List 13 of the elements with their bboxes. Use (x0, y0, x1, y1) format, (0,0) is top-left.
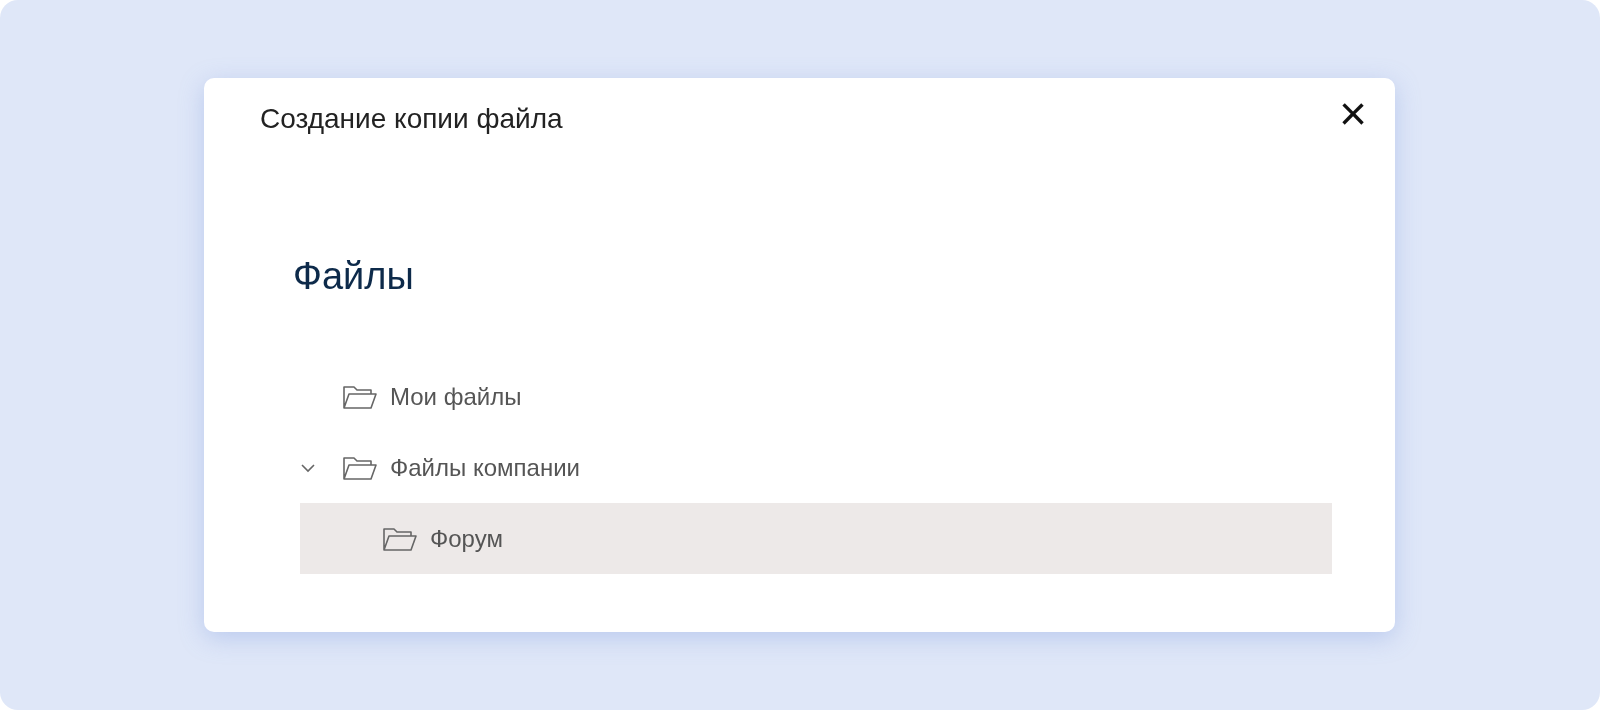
folder-icon (382, 525, 418, 552)
dialog-title: Создание копии файла (260, 102, 563, 136)
tree-item[interactable]: Мои файлы (300, 361, 1332, 432)
tree-item[interactable]: Файлы компании (300, 432, 1332, 503)
folder-icon (342, 454, 378, 481)
close-button[interactable]: × (1332, 90, 1373, 138)
tree-item[interactable]: Форум (300, 503, 1332, 574)
folder-label: Файлы компании (390, 452, 580, 483)
folder-label: Форум (430, 523, 503, 554)
folder-label: Мои файлы (390, 381, 522, 412)
folder-icon (342, 383, 378, 410)
section-heading: Файлы (293, 254, 415, 299)
chevron-down-icon[interactable] (300, 462, 316, 473)
